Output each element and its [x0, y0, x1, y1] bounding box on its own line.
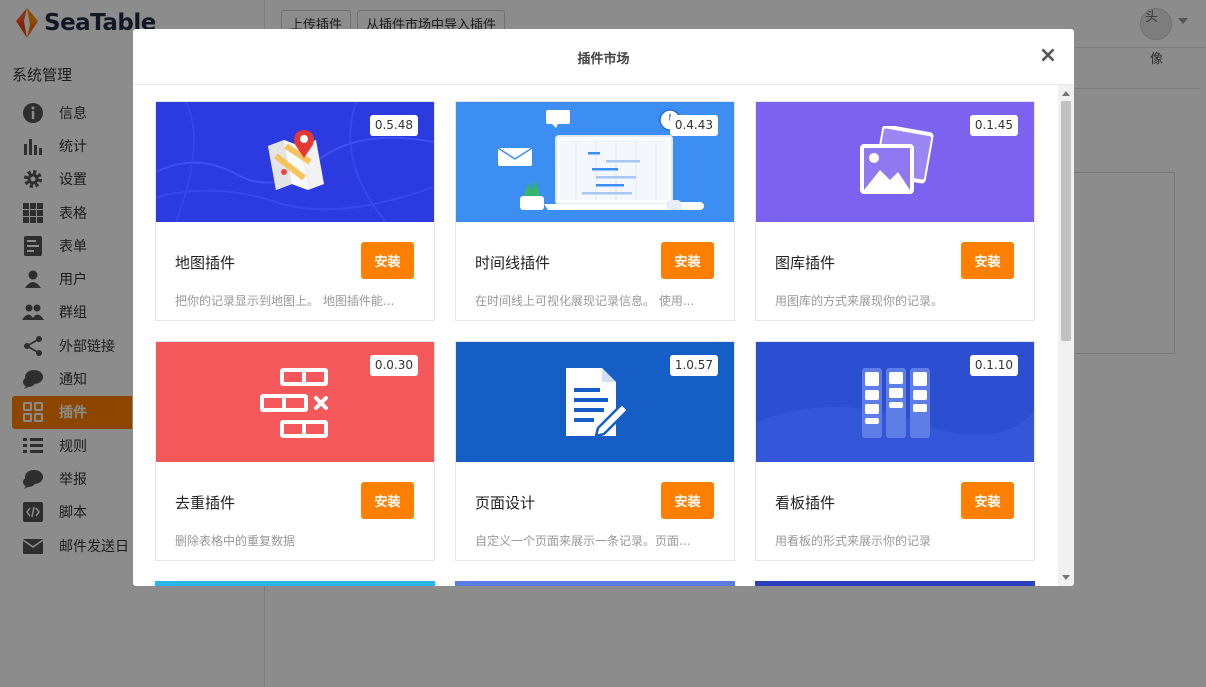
plugin-description: 在时间线上可视化展现记录信息。 使用...: [475, 294, 695, 308]
scroll-down-arrow-icon[interactable]: [1062, 575, 1070, 580]
version-badge: 0.1.45: [969, 115, 1018, 136]
plugin-banner: 0.5.48: [156, 102, 434, 222]
dialog-header: 插件市场 ×: [133, 29, 1074, 85]
plugin-name: 时间线插件: [475, 254, 551, 272]
kanban-icon: [860, 366, 932, 442]
plugin-name: 地图插件: [175, 254, 236, 272]
install-button[interactable]: 安装: [661, 242, 714, 279]
plugin-name: 看板插件: [775, 494, 836, 512]
plugin-description: 自定义一个页面来展示一条记录。页面...: [475, 534, 691, 548]
plugin-banner: 1.0.57: [456, 342, 734, 462]
version-badge: 0.5.48: [369, 115, 418, 136]
plugin-description: 把你的记录显示到地图上。 地图插件能...: [175, 294, 395, 308]
dedup-icon: [260, 366, 334, 444]
plugin-card: 0.5.48 地图插件 安装 把你的记录显示到地图上。 地图插件能...: [155, 101, 435, 321]
version-badge: 0.0.30: [369, 355, 418, 376]
plugin-name: 去重插件: [175, 494, 236, 512]
plugin-card: 1.0.57 页面设计 安装 自定义一个页面来展示一条记录。页面...: [455, 341, 735, 561]
plugin-banner: 0.4.43: [456, 102, 734, 222]
plugin-description: 用看板的形式来展示你的记录: [775, 534, 932, 548]
plugin-name: 页面设计: [475, 494, 536, 512]
close-icon[interactable]: ×: [1038, 45, 1058, 67]
dialog-title: 插件市场: [577, 52, 630, 67]
plugin-market-dialog: 插件市场 × 0.5.48 地图插件 安装 把你的记录显示到地图上。 地图插件能…: [133, 29, 1074, 586]
plugin-card: 0.0.30 去重插件 安装 删除表格中的重复数据: [155, 341, 435, 561]
map-icon: [264, 126, 328, 194]
version-badge: 0.4.43: [669, 115, 718, 136]
version-badge: 1.0.57: [669, 355, 718, 376]
gallery-icon: [858, 124, 934, 202]
document-edit-icon: [564, 366, 630, 442]
install-button[interactable]: 安装: [961, 242, 1014, 279]
plugin-banner: 0.1.10: [756, 342, 1034, 462]
scrollbar-thumb[interactable]: [1061, 101, 1071, 341]
plugin-banner: 0.0.30: [156, 342, 434, 462]
install-button[interactable]: 安装: [961, 482, 1014, 519]
version-badge: 0.1.10: [969, 355, 1018, 376]
scroll-up-arrow-icon[interactable]: [1062, 91, 1070, 96]
plugin-name: 图库插件: [775, 254, 836, 272]
install-button[interactable]: 安装: [361, 242, 414, 279]
plugin-grid: 0.5.48 地图插件 安装 把你的记录显示到地图上。 地图插件能... 0.4…: [133, 85, 1074, 586]
install-button[interactable]: 安装: [361, 482, 414, 519]
plugin-card: 0.1.10 看板插件 安装 用看板的形式来展示你的记录: [755, 341, 1035, 561]
plugin-card-peek[interactable]: [155, 581, 435, 586]
plugin-card: 0.4.43 时间线插件 安装 在时间线上可视化展现记录信息。 使用...: [455, 101, 735, 321]
plugin-description: 删除表格中的重复数据: [175, 534, 296, 548]
plugin-card-peek[interactable]: [755, 581, 1035, 586]
install-button[interactable]: 安装: [661, 482, 714, 519]
plugin-description: 用图库的方式来展现你的记录。: [775, 294, 944, 308]
scrollbar[interactable]: [1058, 85, 1074, 586]
plugin-banner: 0.1.45: [756, 102, 1034, 222]
plugin-card-peek[interactable]: [455, 581, 735, 586]
plugin-card: 0.1.45 图库插件 安装 用图库的方式来展现你的记录。: [755, 101, 1035, 321]
